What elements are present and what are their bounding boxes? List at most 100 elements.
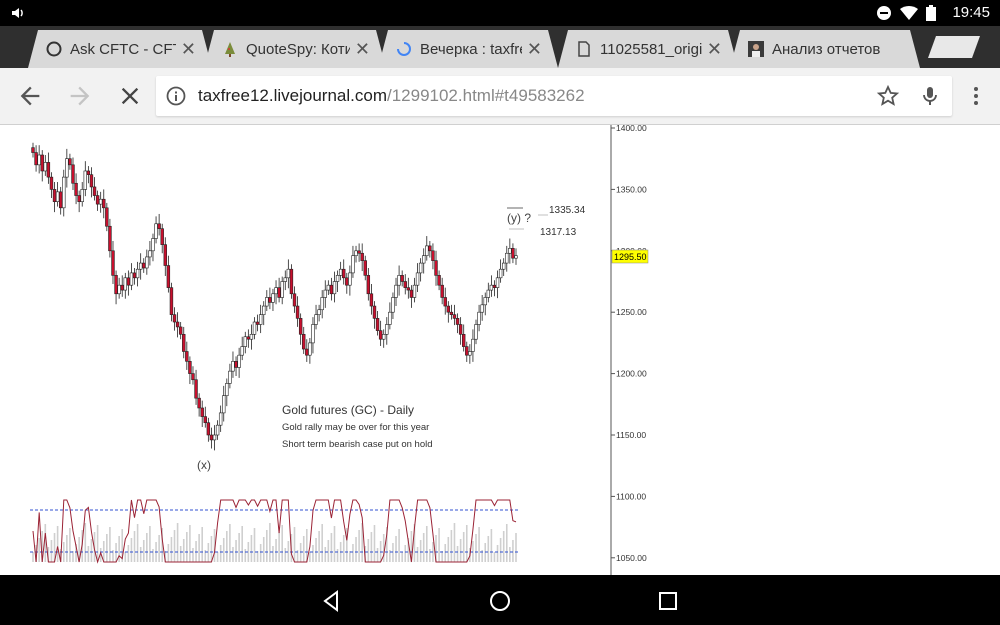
back-arrow-icon[interactable] [16,82,44,110]
candle-body [268,297,272,303]
candle-body [468,351,472,356]
candle-body [394,284,398,298]
candle-body [283,277,287,282]
candle-body [369,293,374,307]
candle-body [234,361,238,368]
android-nav-bar [0,575,1000,625]
price-tick-label: 1400.00 [616,125,647,133]
candle-body [37,154,41,166]
candle-body [446,305,451,313]
tab-title: QuoteSpy: Котир [246,41,350,58]
close-tab-icon[interactable]: ✕ [527,39,542,60]
tab-ask-cftc[interactable]: Ask CFTC - CFTC ✕ [28,30,212,68]
candle-body [474,324,478,340]
overflow-menu-icon[interactable] [964,84,988,108]
tab-image-file[interactable]: 11025581_origi ✕ [558,30,738,68]
candle-body [262,305,266,315]
close-tab-icon[interactable]: ✕ [707,39,722,60]
candle-body [68,158,72,166]
loading-spinner-icon [396,41,412,57]
candle-body [434,260,438,276]
price-tick-label: 1150.00 [616,430,646,440]
candle-body [397,275,401,286]
candle-body [326,284,331,291]
candle-body [212,434,217,441]
candle-body [289,268,294,295]
candle-body [511,248,515,259]
candle-body [498,268,503,279]
tab-vecherka[interactable]: Вечерка : taxfree ✕ [378,30,558,68]
candle-body [215,424,220,436]
candle-body [311,324,315,344]
candle-body [489,284,494,291]
candle-body [351,255,355,274]
candle-body [458,324,463,335]
browser-toolbar: taxfree12.livejournal.com/1299102.html#t… [0,68,1000,125]
candle-body [114,275,118,295]
candle-body [286,268,291,279]
candle-body [206,422,211,436]
close-tab-icon[interactable]: ✕ [355,39,370,60]
new-tab-button[interactable] [928,36,980,58]
close-tab-icon[interactable]: ✕ [181,39,196,60]
tree-icon [222,41,238,57]
candle-body [86,170,91,175]
candlesticks [31,142,518,451]
tab-title: Анализ отчетов [772,41,881,58]
candle-body [508,248,512,254]
tab-quotespy[interactable]: QuoteSpy: Котир ✕ [204,30,386,68]
dnd-icon [877,6,891,20]
candle-body [329,284,334,295]
stop-loading-icon[interactable] [116,82,144,110]
candle-body [49,176,54,190]
url-path: /1299102.html#t49583262 [386,86,585,105]
candle-body [357,250,361,254]
candle-body [308,342,312,356]
candle-body [102,198,106,209]
tab-analiz[interactable]: Анализ отчетов [730,30,920,68]
candle-body [55,191,60,202]
bookmark-star-icon[interactable] [876,84,900,108]
info-icon[interactable] [166,86,186,106]
candle-body [258,314,263,325]
candle-body [292,293,297,307]
candle-body [437,275,441,286]
candle-body [483,297,487,306]
candle-body [363,260,367,276]
candle-body [185,351,189,362]
candle-body [129,272,134,286]
candle-body [92,186,97,196]
candle-body [105,207,109,227]
candle-body [243,336,247,347]
candle-body [65,158,69,178]
candle-body [200,407,204,417]
level-mid-label: 1317.13 [540,227,577,238]
candle-body [495,277,500,288]
wave-y-label: (y) ? [507,211,531,225]
tab-title: Ask CFTC - CFTC [70,41,173,58]
candle-body [154,223,158,239]
nav-back-icon[interactable] [319,588,345,614]
microphone-icon[interactable] [918,84,942,108]
nav-recents-icon[interactable] [655,588,681,614]
candle-body [108,225,112,252]
candle-body [249,334,254,340]
candle-body [314,314,318,325]
candle-body [111,250,115,276]
gold-futures-chart: 1400.001350.001300.001250.001200.001150.… [30,125,649,575]
volume-icon [12,8,23,18]
tab-title: Вечерка : taxfree [420,41,520,58]
battery-icon [926,5,936,21]
candle-body [354,250,358,257]
candle-body [132,272,137,279]
candle-body [203,416,207,424]
address-bar[interactable]: taxfree12.livejournal.com/1299102.html#t… [156,76,952,116]
candle-body [83,170,87,190]
url-text[interactable]: taxfree12.livejournal.com/1299102.html#t… [198,86,585,106]
candle-body [323,289,327,298]
candle-body [332,281,337,295]
nav-home-icon[interactable] [487,588,513,614]
forward-arrow-icon[interactable] [66,82,94,110]
candle-body [375,318,380,331]
candle-body [320,297,324,311]
